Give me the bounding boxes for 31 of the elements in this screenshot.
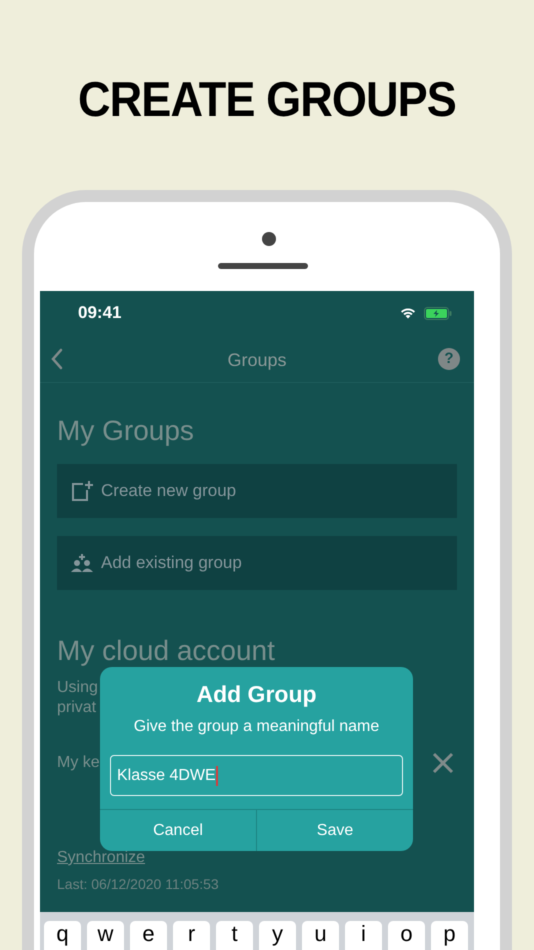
people-add-icon: [71, 553, 93, 573]
back-chevron-icon[interactable]: [50, 348, 64, 370]
battery-icon: [424, 306, 452, 320]
camera-dot: [262, 232, 276, 246]
last-sync-text: Last: 06/12/2020 11:05:53: [56, 875, 220, 894]
add-existing-group-button[interactable]: Add existing group: [57, 536, 457, 590]
section-title: My cloud account: [56, 634, 276, 668]
add-square-icon: [71, 480, 93, 502]
headline: CREATE GROUPS: [77, 72, 457, 129]
description-text: privat: [57, 698, 96, 718]
keyboard-key[interactable]: r: [173, 921, 210, 950]
screen-title: Groups: [227, 349, 287, 372]
dialog-message: Give the group a meaningful name: [132, 717, 380, 737]
keyboard-key[interactable]: q: [44, 921, 81, 950]
status-time: 09:41: [78, 302, 122, 324]
keyboard-key[interactable]: i: [345, 921, 382, 950]
text-cursor: [216, 766, 218, 786]
create-group-button[interactable]: Create new group: [57, 464, 457, 518]
description-text: Using: [57, 678, 98, 698]
key-label: My ke: [57, 753, 100, 773]
keyboard-key[interactable]: u: [302, 921, 339, 950]
wifi-icon: [400, 307, 416, 319]
keyboard-key[interactable]: o: [388, 921, 425, 950]
keyboard-key[interactable]: w: [87, 921, 124, 950]
close-icon[interactable]: [432, 752, 454, 774]
section-title: My Groups: [56, 414, 195, 448]
keyboard-key[interactable]: y: [259, 921, 296, 950]
keyboard-key[interactable]: p: [431, 921, 468, 950]
keyboard-key[interactable]: t: [216, 921, 253, 950]
dialog-title: Add Group: [195, 680, 318, 709]
keyboard-key[interactable]: e: [130, 921, 167, 950]
